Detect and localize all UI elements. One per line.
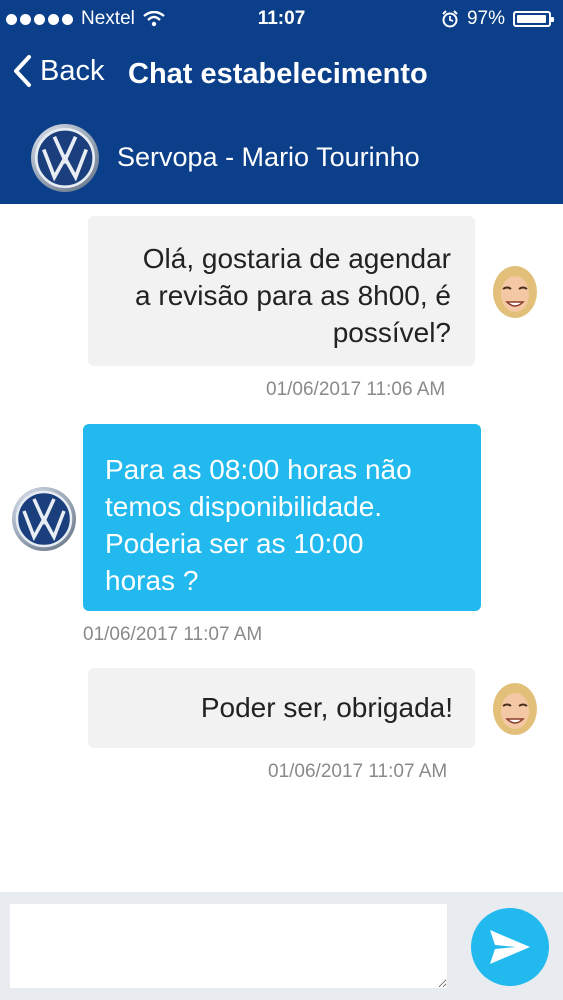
message-line: Poder ser, obrigada! — [200, 692, 453, 723]
message-line: a revisão para as 8h00, é — [135, 280, 451, 311]
message-input[interactable] — [10, 904, 447, 988]
message-line: possível? — [332, 317, 451, 348]
message-line: Para as 08:00 horas não — [105, 454, 412, 485]
message-bubble-incoming: Para as 08:00 horas não temos disponibil… — [83, 424, 481, 611]
user-avatar — [489, 679, 541, 737]
message-line: horas ? — [105, 565, 199, 596]
battery-percent: 97% — [466, 8, 505, 29]
chevron-left-icon — [14, 55, 31, 87]
back-label: Back — [40, 54, 105, 87]
message-timestamp: 01/06/2017 11:07 AM — [268, 761, 448, 782]
message-bubble-outgoing: Olá, gostaria de agendar a revisão para … — [88, 216, 475, 366]
message-line: temos disponibilidade. — [105, 491, 383, 522]
user-avatar — [489, 262, 541, 320]
message-line: Poderia ser as 10:00 — [105, 528, 364, 559]
page-title: Chat estabelecimento — [128, 58, 428, 90]
back-button[interactable]: Back — [12, 54, 104, 88]
navigation-bar: Back Chat estabelecimento — [0, 38, 563, 110]
contact-header: Servopa - Mario Tourinho — [0, 110, 563, 204]
message-timestamp: 01/06/2017 11:07 AM — [83, 624, 263, 645]
message-timestamp: 01/06/2017 11:06 AM — [266, 379, 446, 400]
send-icon — [490, 930, 530, 964]
message-composer — [0, 892, 563, 1000]
alarm-clock-icon — [442, 10, 458, 28]
status-bar: Nextel 11:07 97% — [0, 0, 563, 38]
battery-icon — [513, 11, 554, 27]
contact-name: Servopa - Mario Tourinho — [117, 142, 420, 172]
volkswagen-logo-icon — [12, 487, 76, 551]
volkswagen-logo-icon — [31, 124, 99, 192]
message-bubble-outgoing: Poder ser, obrigada! — [88, 668, 475, 748]
message-line: Olá, gostaria de agendar — [142, 243, 451, 274]
send-button[interactable] — [471, 908, 549, 986]
status-right: 97% — [441, 8, 554, 30]
